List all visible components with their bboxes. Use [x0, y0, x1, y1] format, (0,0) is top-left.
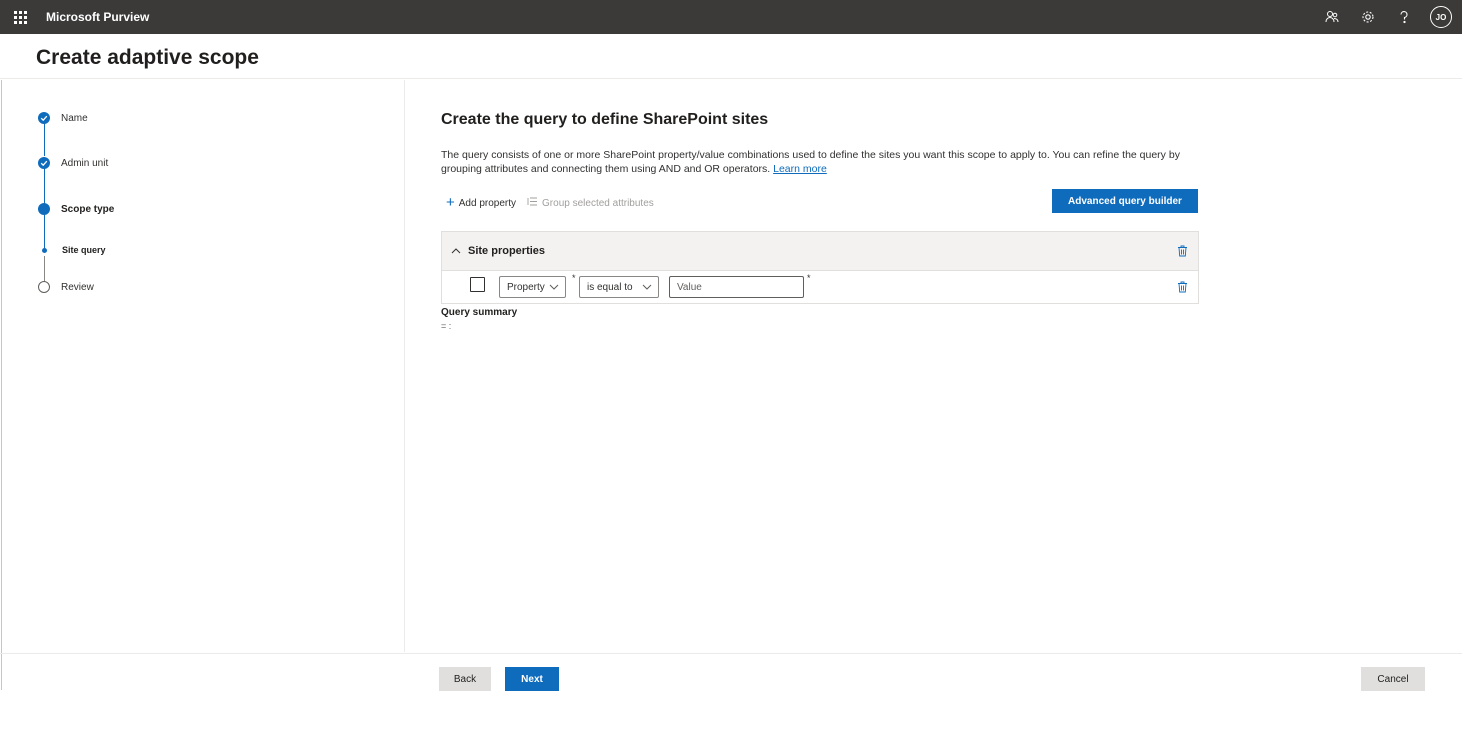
required-marker: *	[572, 273, 576, 283]
chevron-down-icon	[642, 284, 652, 290]
row-checkbox[interactable]	[470, 277, 485, 292]
app-launcher-button[interactable]	[0, 0, 40, 34]
add-property-label: Add property	[458, 197, 517, 209]
delete-group-icon[interactable]	[1177, 245, 1188, 257]
query-toolbar: + Add property Group selected attributes	[446, 194, 665, 211]
top-bar: Microsoft Purview JO	[0, 0, 1462, 34]
step-connector	[44, 256, 45, 282]
description: The query consists of one or more ShareP…	[441, 148, 1201, 176]
step-label: Name	[61, 112, 88, 124]
step-label: Scope type	[61, 203, 115, 215]
site-properties-group: Site properties Property * is equal to V…	[441, 231, 1199, 304]
plus-icon: +	[446, 194, 455, 211]
chevron-up-icon[interactable]	[451, 246, 461, 256]
step-admin-unit[interactable]: Admin unit	[38, 157, 108, 169]
add-property-button[interactable]: + Add property	[446, 194, 517, 211]
checkmark-icon	[38, 112, 50, 124]
gear-icon[interactable]	[1358, 7, 1378, 27]
step-label: Site query	[62, 245, 106, 255]
step-review[interactable]: Review	[38, 281, 94, 293]
avatar[interactable]: JO	[1430, 6, 1452, 28]
step-site-query[interactable]: Site query	[38, 245, 106, 255]
next-button[interactable]: Next	[505, 667, 559, 691]
group-icon	[527, 197, 538, 209]
step-connector	[44, 168, 45, 205]
query-summary-value: = :	[441, 321, 452, 331]
group-header: Site properties	[442, 232, 1198, 271]
property-dropdown[interactable]: Property	[499, 276, 566, 298]
operator-dropdown[interactable]: is equal to	[579, 276, 659, 298]
back-button[interactable]: Back	[439, 667, 491, 691]
checkmark-icon	[38, 157, 50, 169]
group-title: Site properties	[468, 245, 546, 257]
step-scope-type[interactable]: Scope type	[38, 203, 114, 215]
waffle-icon	[13, 10, 27, 24]
step-connector	[44, 214, 45, 248]
learn-more-link[interactable]: Learn more	[773, 163, 827, 175]
help-icon[interactable]	[1394, 7, 1414, 27]
operator-dropdown-value: is equal to	[587, 281, 633, 293]
required-marker: *	[807, 273, 811, 283]
panel-divider	[404, 80, 405, 652]
substep-dot-icon	[42, 247, 47, 253]
cancel-button[interactable]: Cancel	[1361, 667, 1425, 691]
step-connector	[44, 123, 45, 156]
title-divider	[0, 78, 1462, 79]
left-edge-divider	[1, 80, 2, 690]
page-title: Create adaptive scope	[36, 46, 259, 69]
step-label: Admin unit	[61, 157, 109, 169]
section-title: Create the query to define SharePoint si…	[441, 111, 769, 128]
step-name[interactable]: Name	[38, 112, 88, 124]
app-name[interactable]: Microsoft Purview	[46, 10, 149, 24]
chevron-down-icon	[549, 284, 559, 290]
current-step-icon	[38, 203, 50, 215]
step-label: Review	[61, 281, 94, 293]
query-summary-title: Query summary	[441, 307, 518, 318]
value-input[interactable]: Value	[669, 276, 804, 298]
value-placeholder: Value	[677, 281, 702, 293]
footer-divider	[0, 653, 1462, 654]
property-dropdown-value: Property	[507, 281, 545, 293]
group-selected-label: Group selected attributes	[542, 197, 654, 209]
people-icon[interactable]	[1322, 7, 1342, 27]
property-row: Property * is equal to Value *	[442, 271, 1198, 304]
advanced-query-builder-button[interactable]: Advanced query builder	[1052, 189, 1198, 213]
empty-circle-icon	[38, 281, 50, 293]
delete-row-icon[interactable]	[1177, 281, 1188, 293]
group-selected-button[interactable]: Group selected attributes	[527, 197, 654, 209]
